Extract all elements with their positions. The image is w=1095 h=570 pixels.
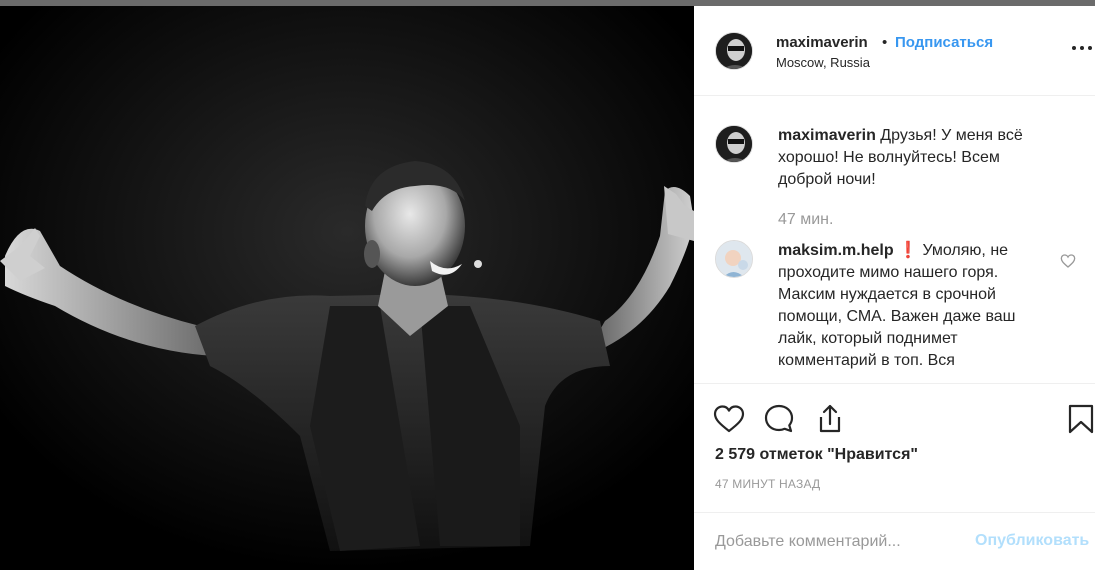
exclamation-emoji: ❗: [898, 242, 918, 259]
post-location[interactable]: Moscow, Russia: [776, 55, 870, 70]
heart-icon[interactable]: [712, 402, 746, 436]
bookmark-icon[interactable]: [1064, 402, 1095, 436]
commenter-avatar[interactable]: [715, 240, 753, 278]
performer-photo-illustration: [0, 6, 694, 570]
publish-button[interactable]: Опубликовать: [975, 532, 1089, 550]
post-header: maximaverin • Подписаться Moscow, Russia: [694, 6, 1095, 96]
author-avatar[interactable]: [715, 32, 753, 70]
post-side-panel: maximaverin • Подписаться Moscow, Russia…: [694, 6, 1095, 570]
comment-like-heart-icon[interactable]: [1060, 253, 1076, 269]
more-icon[interactable]: [1071, 44, 1093, 52]
post-photo[interactable]: [0, 6, 694, 570]
follow-button[interactable]: Подписаться: [895, 34, 993, 51]
user-comment: maksim.m.help ❗ Умоляю, не проходите мим…: [778, 240, 1048, 372]
caption-time[interactable]: 47 мин.: [778, 211, 833, 229]
post-actions: 2 579 отметок "Нравится" 47 МИНУТ НАЗАД …: [694, 383, 1095, 570]
separator-dot: •: [882, 34, 888, 51]
comments-list[interactable]: maximaverin Друзья! У меня всё хорошо! Н…: [694, 97, 1095, 382]
comment-input[interactable]: [715, 531, 965, 553]
share-icon[interactable]: [813, 402, 847, 436]
caption-username[interactable]: maximaverin: [778, 127, 876, 144]
caption-comment: maximaverin Друзья! У меня всё хорошо! Н…: [778, 125, 1048, 191]
posted-time[interactable]: 47 МИНУТ НАЗАД: [715, 477, 820, 491]
comment-text: Умоляю, не проходите мимо нашего горя. М…: [778, 242, 1016, 369]
caption-author-avatar[interactable]: [715, 125, 753, 163]
author-username[interactable]: maximaverin: [776, 34, 868, 51]
comment-icon[interactable]: [762, 402, 796, 436]
likes-count[interactable]: 2 579 отметок "Нравится": [715, 446, 918, 464]
add-comment-section: Опубликовать: [694, 512, 1095, 570]
commenter-username[interactable]: maksim.m.help: [778, 242, 894, 259]
